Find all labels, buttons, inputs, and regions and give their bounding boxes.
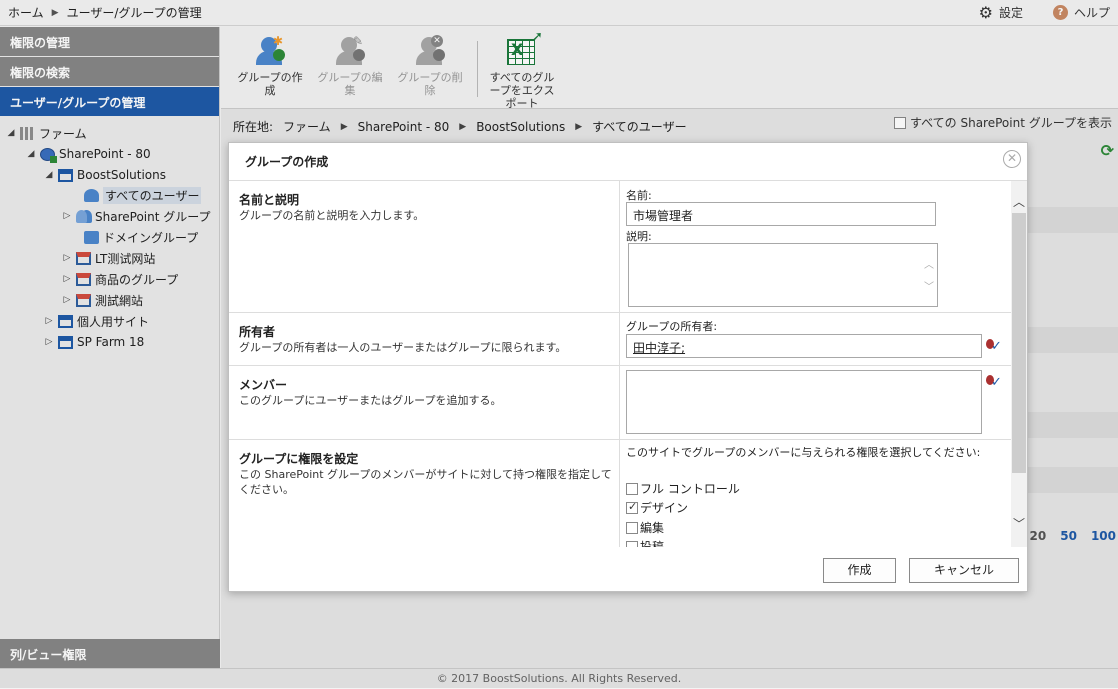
create-button[interactable]: 作成 (823, 558, 896, 583)
section-heading: グループに権限を設定 (239, 452, 359, 466)
section-description: グループの名前と説明を入力します。 (239, 209, 425, 222)
cancel-button[interactable]: キャンセル (909, 558, 1019, 583)
section-heading: 名前と説明 (239, 193, 300, 207)
permission-checkbox[interactable] (626, 500, 638, 514)
create-group-dialog: グループの作成 ✕ 名前と説明 グループの名前と説明を入力します。 名前: 市場… (228, 142, 1028, 592)
name-description-section: 名前と説明 グループの名前と説明を入力します。 名前: 市場管理者 説明: ︿ … (229, 181, 1013, 313)
members-input[interactable] (626, 370, 982, 434)
close-icon[interactable]: ✕ (1003, 150, 1021, 168)
section-heading: メンバー (239, 378, 288, 392)
permission-prompt: このサイトでグループのメンバーに与えられる権限を選択してください: (626, 446, 981, 459)
section-description: この SharePoint グループのメンバーがサイトに対して持つ権限を指定して… (239, 468, 612, 496)
owner-value: 田中淳子; (633, 341, 686, 355)
owner-label: グループの所有者: (626, 320, 718, 333)
check-names-icon[interactable]: ✓ (986, 337, 1006, 354)
description-label: 説明: (626, 230, 652, 243)
owner-input[interactable]: 田中淳子; (626, 334, 982, 358)
dialog-scrollbar[interactable]: ︿ ﹀ (1011, 181, 1027, 547)
permission-checkbox[interactable] (626, 521, 638, 534)
group-description-textarea[interactable]: ︿ ﹀ (628, 243, 938, 307)
permission-checkbox[interactable] (626, 482, 638, 495)
dialog-body: 名前と説明 グループの名前と説明を入力します。 名前: 市場管理者 説明: ︿ … (229, 181, 1013, 547)
permissions-section: グループに権限を設定 この SharePoint グループのメンバーがサイトに対… (229, 440, 1013, 547)
dialog-title: グループの作成 (229, 143, 1027, 181)
scroll-up-icon[interactable]: ︿ (1013, 193, 1025, 210)
permission-design[interactable]: デザイン (626, 499, 688, 516)
scroll-up-icon: ︿ (924, 260, 934, 271)
group-name-input[interactable]: 市場管理者 (626, 202, 936, 226)
section-description: このグループにユーザーまたはグループを追加する。 (239, 394, 502, 407)
permission-full-control[interactable]: フル コントロール (626, 480, 740, 497)
name-label: 名前: (626, 189, 652, 202)
scroll-down-icon: ﹀ (924, 282, 934, 293)
section-description: グループの所有者は一人のユーザーまたはグループに限られます。 (239, 341, 567, 354)
permission-contribute[interactable]: 投稿 (626, 538, 664, 547)
permission-edit[interactable]: 編集 (626, 519, 664, 536)
scrollbar-thumb[interactable] (1012, 213, 1026, 473)
owner-section: 所有者 グループの所有者は一人のユーザーまたはグループに限られます。 グループの… (229, 313, 1013, 366)
scroll-down-icon[interactable]: ﹀ (1013, 515, 1025, 532)
members-section: メンバー このグループにユーザーまたはグループを追加する。 ✓ (229, 366, 1013, 440)
check-names-icon[interactable]: ✓ (986, 373, 1006, 390)
dialog-footer: 作成 キャンセル (229, 547, 1027, 591)
section-heading: 所有者 (239, 325, 276, 339)
